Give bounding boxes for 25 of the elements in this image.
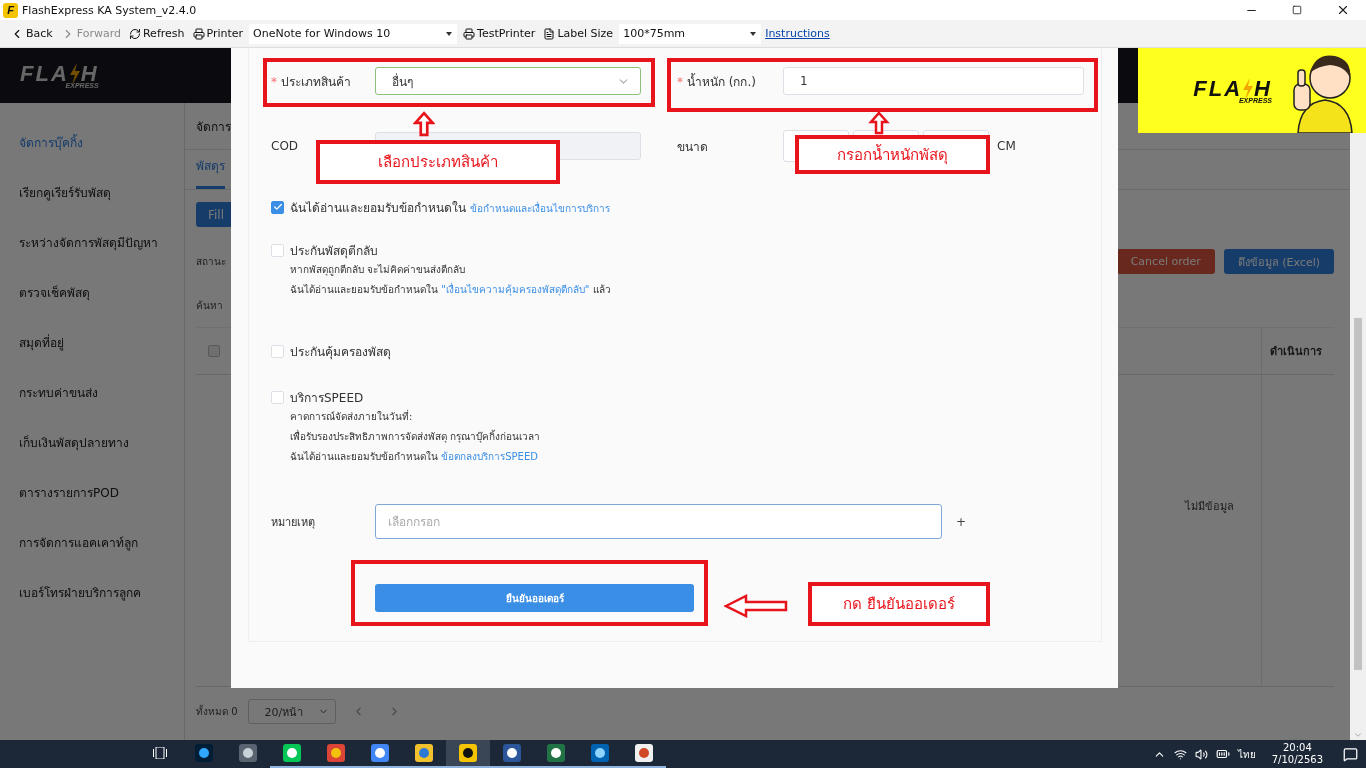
option-note: หากพัสดุถูกตีกลับ จะไม่คิดค่าขนส่งตีกลับ	[290, 262, 466, 277]
field-label: * ประเภทสินค้า	[271, 73, 352, 91]
status-label: สถานะ	[196, 255, 226, 269]
window-title: FlashExpress KA System_v2.4.0	[22, 3, 198, 17]
column-header: ดำเนินการ	[1270, 344, 1322, 360]
unit-label: CM	[997, 139, 1016, 153]
callout-tooltip: กด ยืนยันออเดอร์	[808, 582, 990, 626]
option-label: ประกันพัสดุตีกลับ	[290, 242, 378, 260]
field-label: หมายเหตุ	[271, 514, 316, 531]
callout-tooltip: กรอกน้ำหนักพัสดุ	[795, 135, 990, 174]
field-label: ขนาด	[677, 138, 709, 156]
option-note: คาดการณ์จัดส่งภายในวันที่:	[290, 408, 413, 424]
field-label: COD	[271, 139, 300, 153]
option-note: เพื่อรับรองประสิทธิภาพการจัดส่งพัสดุ กรุณาบุ๊คกิ้งก่อนเวลา	[290, 428, 541, 444]
empty-text: ไม่มีข้อมูล	[1185, 499, 1234, 515]
option-note: ฉันได้อ่านและยอมรับข้อกำหนดใน ข้อตกลงบริการSPEED	[290, 449, 538, 464]
search-label: ค้นหา	[196, 298, 223, 313]
option-label: ประกันคุ้มครองพัสดุ	[290, 343, 391, 361]
callout-tooltip: เลือกประเภทสินค้า	[316, 140, 560, 184]
option-label: บริการSPEED	[290, 389, 364, 407]
field-label: * น้ำหนัก (กก.)	[677, 72, 757, 91]
option-note: ฉันได้อ่านและยอมรับข้อกำหนดใน "เงื่อนไขความคุ้มครองพัสดุตีกลับ" แล้ว	[290, 281, 611, 297]
terms-text: ฉันได้อ่านและยอมรับข้อกำหนดใน ข้อกำหนดและเงื่อนไขการบริการ	[290, 199, 610, 217]
app-icon: F	[3, 2, 18, 18]
total-count: ทั้งหมด 0	[196, 704, 238, 719]
